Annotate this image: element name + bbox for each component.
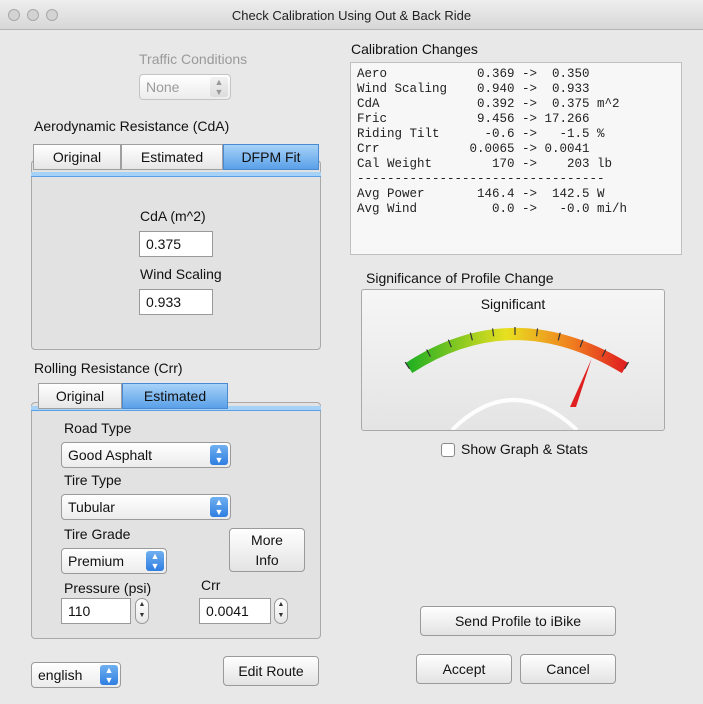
more-info-button[interactable]: More Info <box>229 528 305 572</box>
language-value: english <box>38 667 83 683</box>
calibration-line: Riding Tilt -0.6 -> -1.5 % <box>357 127 605 141</box>
title-bar: Check Calibration Using Out & Back Ride <box>0 0 703 30</box>
traffic-conditions-select[interactable]: None ▲ ▼ <box>139 74 231 100</box>
wind-scaling-label: Wind Scaling <box>140 266 222 282</box>
aero-heading: Aerodynamic Resistance (CdA) <box>34 118 230 134</box>
calibration-line: Avg Power 146.4 -> 142.5 W <box>357 187 605 201</box>
road-type-value: Good Asphalt <box>68 447 153 463</box>
window-title: Check Calibration Using Out & Back Ride <box>231 8 472 23</box>
tire-grade-value: Premium <box>68 553 125 569</box>
road-type-select[interactable]: Good Asphalt ▲ ▼ <box>61 442 231 468</box>
aero-tab-dfpm-fit[interactable]: DFPM Fit <box>223 144 319 170</box>
calibration-line: Wind Scaling 0.940 -> 0.933 <box>357 82 590 96</box>
chevron-updown-icon: ▲ ▼ <box>100 665 118 685</box>
tire-type-select[interactable]: Tubular ▲ ▼ <box>61 494 231 520</box>
calibration-line: Fric 9.456 -> 17.266 <box>357 112 590 126</box>
chevron-updown-icon: ▲ ▼ <box>210 77 228 97</box>
calibration-line: Cal Weight 170 -> 203 lb <box>357 157 613 171</box>
aero-tab-estimated[interactable]: Estimated <box>121 144 223 170</box>
more-info-line1: More <box>251 532 283 548</box>
show-graph-checkbox[interactable] <box>441 443 455 457</box>
chevron-updown-icon: ▲ ▼ <box>146 551 164 571</box>
calibration-lines: Aero 0.369 -> 0.350 Wind Scaling 0.940 ->… <box>357 67 675 217</box>
wind-scaling-input[interactable]: 0.933 <box>139 289 213 315</box>
calibration-line: Aero 0.369 -> 0.350 <box>357 67 590 81</box>
aero-tab-underline <box>31 172 321 177</box>
rolling-heading: Rolling Resistance (Crr) <box>34 360 183 376</box>
road-type-label: Road Type <box>64 420 132 436</box>
calibration-text-area: Aero 0.369 -> 0.350 Wind Scaling 0.940 ->… <box>350 62 682 255</box>
show-graph-label: Show Graph & Stats <box>461 441 588 457</box>
traffic-conditions-label: Traffic Conditions <box>139 51 248 67</box>
cancel-button[interactable]: Cancel <box>520 654 616 684</box>
chevron-updown-icon: ▲ ▼ <box>210 497 228 517</box>
cda-label: CdA (m^2) <box>140 208 206 224</box>
tire-type-value: Tubular <box>68 499 115 515</box>
calibration-line: Avg Wind 0.0 -> -0.0 mi/h <box>357 202 628 216</box>
crr-input[interactable]: 0.0041 <box>199 598 271 624</box>
pressure-input[interactable]: 110 <box>61 598 131 624</box>
significance-heading: Significance of Profile Change <box>366 270 554 286</box>
pressure-stepper[interactable]: ▲ ▼ <box>135 598 149 624</box>
tire-grade-select[interactable]: Premium ▲ ▼ <box>61 548 167 574</box>
calibration-heading: Calibration Changes <box>351 41 478 57</box>
edit-route-button[interactable]: Edit Route <box>223 656 319 686</box>
calibration-line: --------------------------------- <box>357 172 605 186</box>
crr-label: Crr <box>201 577 221 593</box>
cda-input[interactable]: 0.375 <box>139 231 213 257</box>
rolling-tab-original[interactable]: Original <box>38 383 122 409</box>
language-select[interactable]: english ▲ ▼ <box>31 662 121 688</box>
tire-grade-label: Tire Grade <box>64 526 131 542</box>
gauge-needle <box>570 358 592 407</box>
send-profile-button[interactable]: Send Profile to iBike <box>420 606 616 636</box>
accept-button[interactable]: Accept <box>416 654 512 684</box>
crr-stepper[interactable]: ▲ ▼ <box>274 598 288 624</box>
aero-tab-original[interactable]: Original <box>33 144 121 170</box>
gauge-svg <box>404 327 630 430</box>
chevron-updown-icon: ▲ ▼ <box>210 445 228 465</box>
tire-type-label: Tire Type <box>64 472 122 488</box>
calibration-line: CdA 0.392 -> 0.375 m^2 <box>357 97 620 111</box>
more-info-line2: Info <box>255 552 279 568</box>
rolling-tab-estimated[interactable]: Estimated <box>122 383 228 409</box>
gauge-arc <box>405 328 629 374</box>
calibration-line: Crr 0.0065 -> 0.0041 <box>357 142 590 156</box>
gauge-needle-base <box>450 398 579 430</box>
significance-gauge-panel: Significant <box>361 289 665 431</box>
pressure-label: Pressure (psi) <box>64 580 152 596</box>
traffic-conditions-value: None <box>146 79 180 95</box>
